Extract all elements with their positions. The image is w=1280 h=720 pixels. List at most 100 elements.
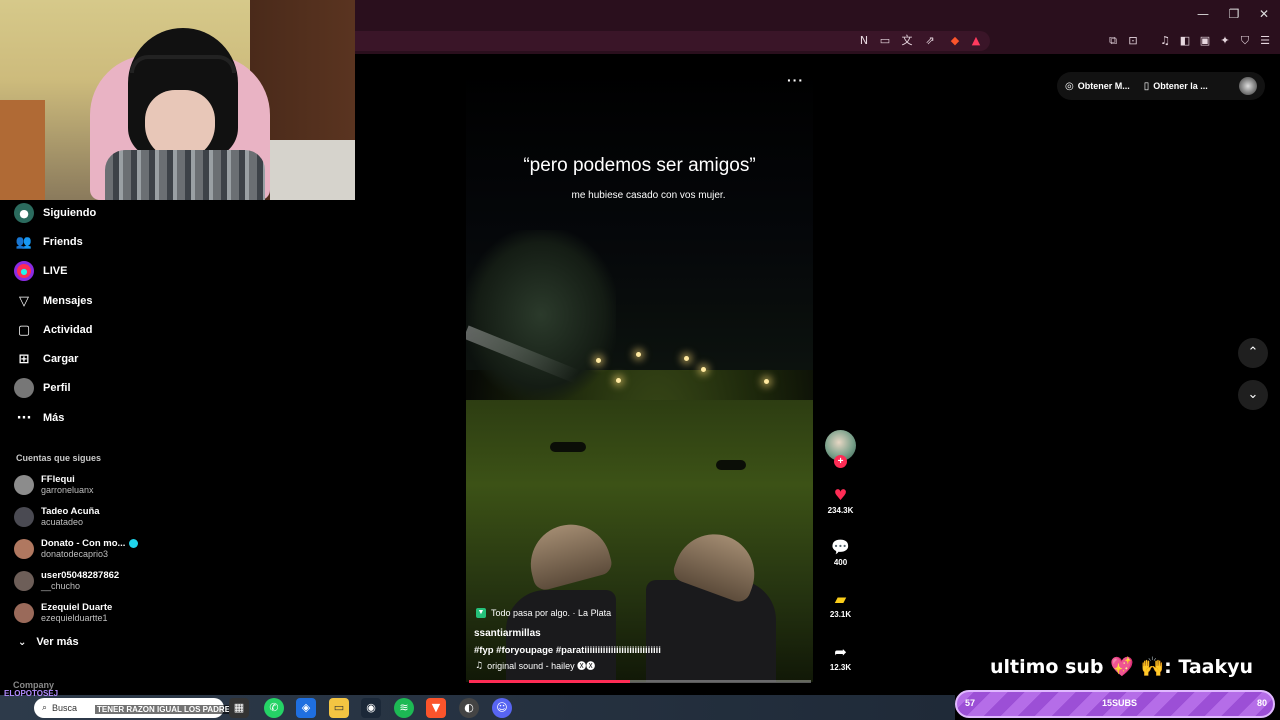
comment-count: 400: [833, 558, 848, 567]
nav-profile[interactable]: Perfil: [14, 377, 71, 399]
following-item[interactable]: FFlequi garroneluanx: [14, 471, 94, 499]
comment-icon: 💬: [831, 538, 850, 556]
get-app-button[interactable]: ▯ Obtener la ...: [1144, 81, 1208, 92]
account-username: __chucho: [41, 581, 81, 591]
nav-messages[interactable]: ▽ Mensajes: [14, 290, 93, 312]
video-lamp: [684, 356, 689, 361]
live-icon: ●: [14, 261, 34, 281]
following-item[interactable]: Donato - Con mo... donatodecaprio3: [14, 535, 139, 563]
nav-label: Actividad: [43, 324, 93, 336]
phone-icon: ▯: [1143, 80, 1150, 92]
last-sub-name: : Taakyu: [1164, 656, 1254, 678]
sound-label: original sound - hailey 🅧🅧: [487, 661, 596, 671]
friends-icon: 👥: [15, 234, 33, 250]
translate-icon[interactable]: 文: [900, 34, 914, 48]
video-people: [716, 460, 746, 470]
discord-icon[interactable]: ☺: [492, 698, 512, 718]
video-tree: [466, 230, 616, 400]
screenshot-icon[interactable]: ⊡: [1126, 34, 1140, 48]
see-more-button[interactable]: ⌄ Ver más: [18, 636, 79, 648]
account-name: Donato - Con mo...: [41, 538, 126, 549]
minimize-button[interactable]: —: [1195, 6, 1211, 22]
brave-shields-icon[interactable]: ◆: [948, 34, 962, 48]
get-coins-label: Obtener M...: [1077, 81, 1130, 91]
nav-friends[interactable]: 👥 Friends: [14, 231, 83, 253]
more-options-button[interactable]: ···: [787, 72, 804, 88]
file-explorer-icon[interactable]: ▭: [329, 698, 349, 718]
video-progress-fill: [469, 680, 630, 683]
browser-toolbar: N ▭ 文 ⇗ ◆ ▲ ⧉ ⊡ ♫ ◧ ▣ ✦ ⛉ ☰: [355, 28, 1280, 54]
chevron-down-icon: ⌄: [1247, 387, 1259, 402]
get-app-label: Obtener la ...: [1153, 81, 1208, 91]
avatar: [14, 475, 34, 495]
nav-more[interactable]: ··· Más: [14, 407, 65, 429]
media-icon[interactable]: ♫: [1158, 34, 1172, 48]
whatsapp-icon[interactable]: ✆: [264, 698, 284, 718]
comment-button[interactable]: 💬 400: [824, 536, 857, 567]
next-video-button[interactable]: ⌄: [1238, 380, 1268, 410]
taskbar-search-placeholder: Busca: [52, 703, 78, 713]
wallet-icon[interactable]: ▣: [1198, 34, 1212, 48]
close-button[interactable]: ✕: [1256, 6, 1272, 22]
following-item[interactable]: Ezequiel Duarte ezequielduartte1: [14, 599, 112, 627]
leo-ai-icon[interactable]: ✦: [1218, 34, 1232, 48]
nav-activity[interactable]: ▢ Actividad: [14, 319, 93, 341]
webcam-bed: [270, 140, 355, 200]
sidebar-toggle-icon[interactable]: ◧: [1178, 34, 1192, 48]
verified-badge-icon: [129, 538, 139, 548]
sub-goal-bar: 57 15SUBS 80: [955, 690, 1275, 718]
video-leg: [646, 580, 776, 682]
share-button[interactable]: ➦ 12.3K: [824, 641, 857, 672]
video-lamp: [636, 352, 641, 357]
webcam-headphones: [130, 55, 236, 73]
following-icon: ●: [14, 203, 34, 223]
follow-creator-button[interactable]: +: [834, 455, 847, 468]
location-label: Todo pasa por algo. · La Plata: [491, 608, 612, 618]
video-progress-bar[interactable]: [469, 680, 811, 683]
save-count: 23.1K: [829, 610, 852, 619]
share-count: 12.3K: [829, 663, 852, 672]
nav-live[interactable]: ● LIVE: [14, 260, 67, 282]
video-location[interactable]: ▼ Todo pasa por algo. · La Plata: [476, 608, 611, 618]
like-button[interactable]: ♥ 234.3K: [824, 484, 857, 515]
avatar: [14, 571, 34, 591]
spotify-icon[interactable]: ≋: [394, 698, 414, 718]
previous-video-button[interactable]: ⌃: [1238, 338, 1268, 368]
copilot-icon[interactable]: ◈: [296, 698, 316, 718]
address-bar[interactable]: [355, 31, 990, 51]
extensions-icon[interactable]: ⧉: [1106, 34, 1120, 48]
account-username: acuatadeo: [41, 517, 84, 527]
user-avatar[interactable]: [1239, 77, 1257, 95]
webcam-shirt: [105, 150, 265, 200]
video-lamp: [616, 378, 621, 383]
sub-goal-current: 57: [965, 698, 976, 708]
save-button[interactable]: ▰ 23.1K: [824, 588, 857, 619]
vpn-icon[interactable]: ⛉: [1238, 34, 1252, 48]
video-author[interactable]: ssantiarmillas: [474, 628, 541, 639]
task-view-icon[interactable]: ▦: [229, 698, 249, 718]
screen: — ❐ ✕ N ▭ 文 ⇗ ◆ ▲ ⧉ ⊡ ♫ ◧ ▣ ✦ ⛉ ☰ ● Sigu…: [0, 0, 1280, 720]
nav-upload[interactable]: ⊞ Cargar: [14, 348, 79, 370]
obs-icon[interactable]: ◐: [459, 698, 479, 718]
nav-label: LIVE: [43, 265, 68, 277]
video-caption-title: “pero podemos ser amigos”: [523, 155, 756, 176]
get-coins-button[interactable]: ◎ Obtener M...: [1065, 81, 1130, 92]
account-username: garroneluanx: [41, 485, 94, 495]
restore-button[interactable]: ❐: [1226, 6, 1242, 22]
following-section-title: Cuentas que sigues: [16, 453, 102, 463]
upload-icon: ⊞: [18, 351, 30, 367]
video-hashtags[interactable]: #fyp #foryoupage #paratiiiiiiiiiiiiiiiii…: [474, 645, 661, 656]
following-item[interactable]: Tadeo Acuña acuatadeo: [14, 503, 100, 531]
brave-icon[interactable]: ▼: [426, 698, 446, 718]
nav-following[interactable]: ● Siguiendo: [14, 202, 96, 224]
steam-icon[interactable]: ◉: [361, 698, 381, 718]
reader-mode-icon[interactable]: N: [857, 34, 871, 48]
brave-rewards-icon[interactable]: ▲: [969, 34, 983, 48]
share-icon[interactable]: ⇗: [923, 34, 937, 48]
chat-handle: ELOPOTOSEJ: [4, 689, 59, 698]
menu-icon[interactable]: ☰: [1258, 34, 1272, 48]
video-sound[interactable]: ♫ original sound - hailey 🅧🅧: [475, 659, 595, 672]
like-count: 234.3K: [827, 506, 854, 515]
cast-icon[interactable]: ▭: [878, 34, 892, 48]
following-item[interactable]: user05048287862 __chucho: [14, 567, 119, 595]
